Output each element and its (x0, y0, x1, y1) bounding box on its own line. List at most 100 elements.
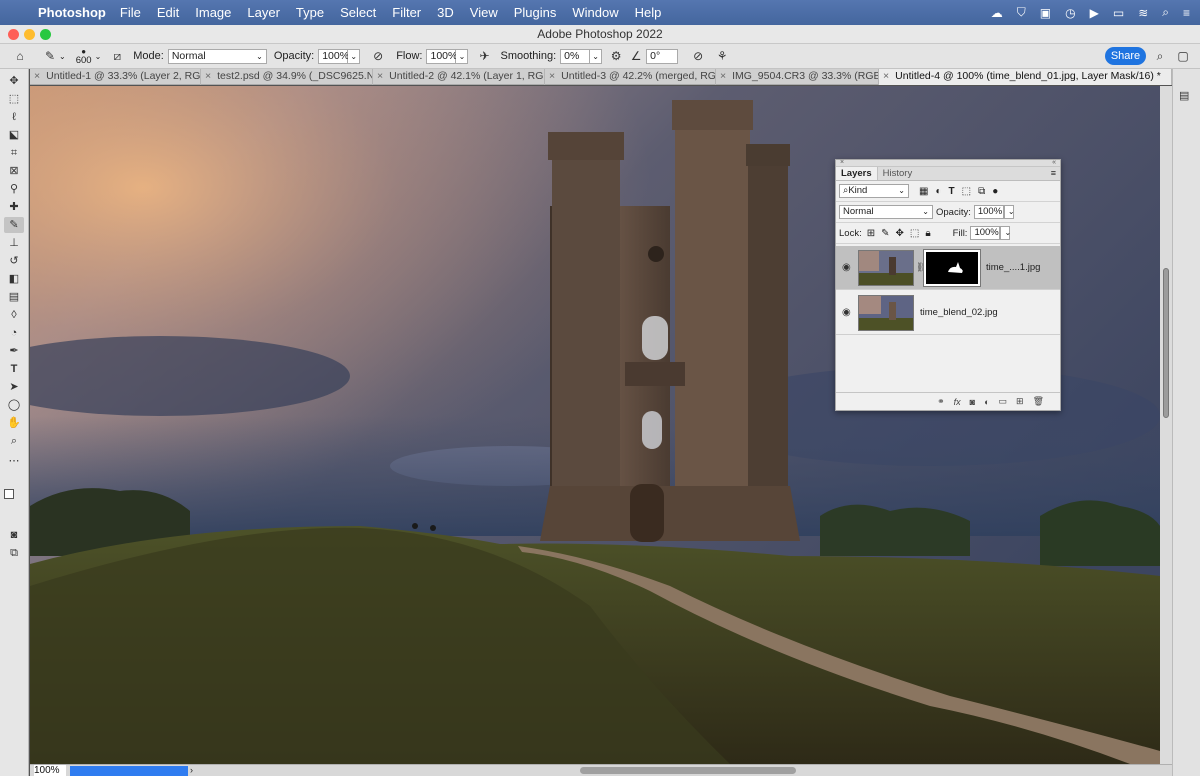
menu-plugins[interactable]: Plugins (514, 5, 557, 20)
angle-field[interactable]: 0° (646, 48, 679, 64)
menu-view[interactable]: View (470, 5, 498, 20)
eyedropper-tool-icon[interactable]: ⚲ (4, 181, 24, 197)
close-tab-icon[interactable]: × (377, 70, 383, 82)
crop-tool-icon[interactable]: ⌗ (4, 145, 24, 161)
panel-menu-icon[interactable]: ≡ (1051, 167, 1056, 180)
fx-icon[interactable]: fx (954, 397, 961, 407)
smart-object-filter-icon[interactable]: ⧉ (978, 186, 985, 197)
menu-layer[interactable]: Layer (247, 5, 280, 20)
close-panel-icon[interactable]: × (840, 159, 844, 166)
shape-tool-icon[interactable]: ◯ (4, 397, 24, 413)
menu-image[interactable]: Image (195, 5, 231, 20)
eye-icon[interactable]: ◉ (842, 262, 851, 273)
menu-app-name[interactable]: Photoshop (38, 5, 106, 20)
tab-layers[interactable]: Layers (836, 167, 878, 180)
flow-field[interactable]: 100% (426, 48, 457, 64)
pen-tool-icon[interactable]: ✒ (4, 343, 24, 359)
wifi-icon[interactable]: ≋ (1138, 6, 1148, 20)
close-tab-icon[interactable]: × (883, 70, 889, 82)
layer-name[interactable]: time_blend_02.jpg (920, 307, 998, 318)
horizontal-scroll-thumb[interactable] (580, 767, 796, 774)
shield-icon[interactable]: ⛉ (1017, 5, 1026, 20)
collapse-panel-icon[interactable]: « (1052, 159, 1056, 166)
layer-thumbnail[interactable] (858, 295, 914, 331)
status-menu-chevron-icon[interactable]: › (190, 765, 193, 775)
lasso-tool-icon[interactable]: ℓ (4, 109, 24, 125)
move-tool-icon[interactable]: ✥ (4, 73, 24, 89)
adjustment-icon[interactable]: ◐ (984, 397, 989, 407)
close-tab-icon[interactable]: × (549, 70, 555, 82)
battery-icon[interactable]: ▭ (1113, 6, 1124, 20)
tab-untitled-3[interactable]: × Untitled-3 @ 42.2% (merged, RGB... (545, 69, 716, 85)
quick-mask-icon[interactable]: ◙ (4, 527, 24, 543)
frame-tool-icon[interactable]: ⊠ (4, 163, 24, 179)
filter-toggle-icon[interactable]: ● (992, 186, 998, 197)
zoom-window-button[interactable] (40, 29, 51, 40)
eye-icon[interactable]: ◉ (842, 307, 851, 318)
lock-transparency-icon[interactable]: ⊞ (867, 228, 875, 239)
pressure-size-icon[interactable]: ⊘ (690, 48, 706, 64)
smoothing-dropdown-button[interactable]: ⌄ (590, 48, 603, 64)
marquee-tool-icon[interactable]: ⬚ (4, 91, 24, 107)
menu-window[interactable]: Window (572, 5, 618, 20)
hand-tool-icon[interactable]: ✋ (4, 415, 24, 431)
menu-edit[interactable]: Edit (157, 5, 179, 20)
stamp-tool-icon[interactable]: ⊥ (4, 235, 24, 251)
layer-opacity-field[interactable]: 100% (973, 205, 1004, 219)
zoom-level[interactable]: 100% (34, 765, 66, 776)
blend-mode-select[interactable]: Normal ⌄ (839, 205, 933, 219)
layer-row-time-blend-02[interactable]: ◉ time_blend_02.jpg (836, 291, 1060, 335)
lock-all-icon[interactable]: 🔒︎ (925, 228, 930, 239)
eraser-tool-icon[interactable]: ◧ (4, 271, 24, 287)
smoothing-field[interactable]: 0% (560, 48, 591, 64)
type-tool-icon[interactable]: T (4, 361, 24, 377)
shape-filter-icon[interactable]: ⬚ (962, 186, 971, 197)
close-tab-icon[interactable]: × (720, 70, 726, 82)
new-layer-icon[interactable]: ⊞ (1016, 396, 1024, 407)
minimize-window-button[interactable] (24, 29, 35, 40)
search-icon[interactable]: ⌕ (1162, 5, 1169, 20)
trash-icon[interactable]: 🗑︎ (1033, 396, 1044, 407)
symmetry-icon[interactable]: ⚘ (714, 48, 730, 64)
control-center-icon[interactable]: ≡ (1183, 6, 1190, 20)
menu-filter[interactable]: Filter (392, 5, 421, 20)
close-window-button[interactable] (8, 29, 19, 40)
vertical-scrollbar[interactable] (1160, 86, 1172, 764)
tab-untitled-4[interactable]: × Untitled-4 @ 100% (time_blend_01.jpg, L… (879, 69, 1172, 85)
gradient-tool-icon[interactable]: ▤ (4, 289, 24, 305)
close-tab-icon[interactable]: × (205, 70, 211, 82)
foreground-color-swatch[interactable] (4, 489, 14, 499)
close-tab-icon[interactable]: × (34, 70, 40, 82)
group-icon[interactable]: ▭ (999, 396, 1008, 407)
tab-untitled-2[interactable]: × Untitled-2 @ 42.1% (Layer 1, RGB... (373, 69, 545, 85)
vertical-scroll-thumb[interactable] (1163, 268, 1169, 418)
share-button[interactable]: Share (1105, 47, 1146, 65)
brush-size-preview[interactable]: ● 600 (76, 47, 92, 65)
history-brush-tool-icon[interactable]: ↺ (4, 253, 24, 269)
home-icon[interactable]: ⌂ (12, 48, 28, 64)
lock-artboard-icon[interactable]: ⬚ (910, 228, 919, 239)
kind-filter-select[interactable]: ⌕Kind ⌄ (839, 184, 909, 198)
layer-mask-thumbnail[interactable] (923, 249, 981, 287)
workspace-icon[interactable]: ▢ (1175, 48, 1191, 64)
menu-help[interactable]: Help (635, 5, 662, 20)
tab-test2[interactable]: × test2.psd @ 34.9% (_DSC9625.NE... (201, 69, 373, 85)
menu-select[interactable]: Select (340, 5, 376, 20)
blur-tool-icon[interactable]: ◊ (4, 307, 24, 323)
layer-thumbnail[interactable] (858, 250, 914, 286)
screen-mode-icon[interactable]: ⧉ (4, 545, 24, 561)
search-icon[interactable]: ⌕ (1152, 48, 1168, 64)
gear-icon[interactable]: ⚙ (608, 48, 624, 64)
tab-history[interactable]: History (878, 167, 918, 180)
flow-dropdown-button[interactable]: ⌄ (456, 48, 469, 64)
opacity-dropdown-button[interactable]: ⌄ (348, 48, 361, 64)
brush-settings-icon[interactable]: ⧄ (109, 48, 125, 64)
opacity-field[interactable]: 100% (318, 48, 349, 64)
time-machine-icon[interactable]: ◷ (1065, 6, 1075, 20)
airbrush-icon[interactable]: ✈ (476, 48, 492, 64)
panel-toggle-icon[interactable]: ▤ (1179, 89, 1189, 102)
play-icon[interactable]: ▶ (1090, 6, 1099, 20)
brush-preset-icon[interactable]: ✎ (42, 48, 58, 64)
path-select-tool-icon[interactable]: ➤ (4, 379, 24, 395)
menu-3d[interactable]: 3D (437, 5, 454, 20)
